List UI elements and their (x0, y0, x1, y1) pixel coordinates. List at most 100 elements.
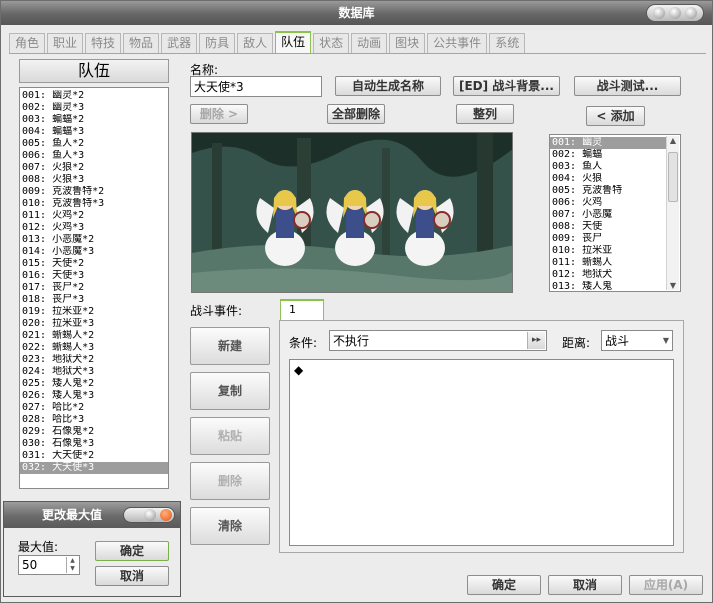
max-value-input[interactable]: 50 ▲ ▼ (18, 555, 80, 575)
new-page-button[interactable]: 新建 (190, 327, 270, 365)
auto-name-button[interactable]: 自动生成名称 (335, 76, 441, 96)
enemy-row[interactable]: 008: 天使 (550, 221, 666, 233)
enemy-row[interactable]: 006: 火鸡 (550, 197, 666, 209)
tab-4[interactable]: 武器 (161, 33, 198, 53)
troop-row[interactable]: 007: 火狼*2 (20, 162, 168, 174)
troop-row[interactable]: 019: 拉米亚*2 (20, 306, 168, 318)
troop-row[interactable]: 021: 蜥蜴人*2 (20, 330, 168, 342)
tab-3[interactable]: 物品 (123, 33, 160, 53)
tab-9[interactable]: 动画 (351, 33, 388, 53)
enemy-row[interactable]: 010: 拉米亚 (550, 245, 666, 257)
enemy-row[interactable]: 002: 蝙蝠 (550, 149, 666, 161)
ok-button[interactable]: 确定 (467, 575, 541, 595)
ellipsis-icon[interactable]: ▸▸ (527, 332, 545, 349)
enemy-row[interactable]: 005: 克波鲁特 (550, 185, 666, 197)
troop-row[interactable]: 031: 大天使*2 (20, 450, 168, 462)
clear-page-button[interactable]: 清除 (190, 507, 270, 545)
troop-row[interactable]: 028: 哈比*3 (20, 414, 168, 426)
troop-row[interactable]: 005: 鱼人*2 (20, 138, 168, 150)
troop-row[interactable]: 020: 拉米亚*3 (20, 318, 168, 330)
scroll-down-icon[interactable]: ▼ (667, 281, 679, 290)
window-control-icon[interactable] (123, 507, 175, 523)
troop-row[interactable]: 026: 矮人鬼*3 (20, 390, 168, 402)
troop-row[interactable]: 004: 蝙蝠*3 (20, 126, 168, 138)
name-input[interactable]: 大天使*3 (190, 76, 322, 97)
troop-row[interactable]: 030: 石像鬼*3 (20, 438, 168, 450)
enemy-row[interactable]: 011: 蜥蜴人 (550, 257, 666, 269)
troop-row[interactable]: 012: 火鸡*3 (20, 222, 168, 234)
tab-5[interactable]: 防具 (199, 33, 236, 53)
window-title: 数据库 (1, 1, 712, 25)
spin-arrows-icon[interactable]: ▲ ▼ (66, 557, 78, 573)
paste-page-button[interactable]: 粘贴 (190, 417, 270, 455)
dialog-cancel-button[interactable]: 取消 (95, 566, 169, 586)
window-control-icon[interactable] (646, 4, 704, 22)
tab-1[interactable]: 职业 (47, 33, 84, 53)
remove-button[interactable]: 删除 > (190, 104, 248, 124)
enemy-list[interactable]: 001: 幽灵 002: 蝙蝠 003: 鱼人 004: 火狼 005: 克波鲁特 006… (549, 134, 681, 292)
enemy-row[interactable]: 013: 矮人鬼 (550, 281, 666, 293)
tab-0[interactable]: 角色 (9, 33, 46, 53)
tab-12[interactable]: 系统 (489, 33, 526, 53)
scroll-thumb[interactable] (668, 152, 678, 202)
angel-sprite-1 (256, 190, 314, 266)
enemy-row[interactable]: 004: 火狼 (550, 173, 666, 185)
delete-page-button[interactable]: 删除 (190, 462, 270, 500)
enemy-row[interactable]: 003: 鱼人 (550, 161, 666, 173)
enemy-row[interactable]: 009: 丧尸 (550, 233, 666, 245)
condition-input[interactable]: 不执行 (329, 330, 547, 351)
troop-row[interactable]: 025: 矮人鬼*2 (20, 378, 168, 390)
remove-all-button[interactable]: 全部删除 (327, 104, 385, 124)
battle-event-label: 战斗事件: (190, 304, 243, 318)
enemy-row[interactable]: 012: 地狱犬 (550, 269, 666, 281)
cancel-button[interactable]: 取消 (548, 575, 622, 595)
command-row[interactable]: ◆ (290, 360, 673, 380)
troop-row[interactable]: 024: 地狱犬*3 (20, 366, 168, 378)
span-select[interactable]: 战斗 ▼ (601, 330, 673, 351)
troop-row[interactable]: 010: 克波鲁特*3 (20, 198, 168, 210)
troop-row[interactable]: 001: 幽灵*2 (20, 90, 168, 102)
tab-6[interactable]: 敌人 (237, 33, 274, 53)
troop-row[interactable]: 014: 小恶魔*3 (20, 246, 168, 258)
tab-11[interactable]: 公共事件 (427, 33, 488, 53)
troop-row[interactable]: 015: 天使*2 (20, 258, 168, 270)
apply-button[interactable]: 应用(A) (629, 575, 703, 595)
arrange-button[interactable]: 整列 (456, 104, 514, 124)
troop-row[interactable]: 013: 小恶魔*2 (20, 234, 168, 246)
enemy-list-scrollbar[interactable]: ▲ ▼ (666, 136, 679, 290)
battle-background-button[interactable]: [ED] 战斗背景... (453, 76, 560, 96)
tab-7[interactable]: 队伍 (275, 31, 312, 53)
troop-list[interactable]: 001: 幽灵*2 002: 幽灵*3 003: 蝙蝠*2 004: 蝙蝠*3 005:… (19, 87, 169, 489)
troop-row[interactable]: 017: 丧尸*2 (20, 282, 168, 294)
troop-row[interactable]: 032: 大天使*3 (20, 462, 168, 474)
dropdown-arrow-icon[interactable]: ▼ (663, 331, 669, 351)
troop-row[interactable]: 027: 哈比*2 (20, 402, 168, 414)
event-command-list[interactable]: ◆ (289, 359, 674, 546)
tab-10[interactable]: 图块 (389, 33, 426, 53)
troop-row[interactable]: 022: 蜥蜴人*3 (20, 342, 168, 354)
dialog-ok-button[interactable]: 确定 (95, 541, 169, 561)
tab-8[interactable]: 状态 (313, 33, 350, 53)
troop-row[interactable]: 003: 蝙蝠*2 (20, 114, 168, 126)
troop-row[interactable]: 009: 克波鲁特*2 (20, 186, 168, 198)
troop-row[interactable]: 008: 火狼*3 (20, 174, 168, 186)
scroll-up-icon[interactable]: ▲ (667, 136, 679, 145)
troop-preview[interactable] (191, 132, 513, 293)
troop-row[interactable]: 011: 火鸡*2 (20, 210, 168, 222)
add-button[interactable]: < 添加 (586, 106, 645, 126)
battle-test-button[interactable]: 战斗测试... (574, 76, 681, 96)
max-value-text: 50 (22, 558, 38, 572)
troop-row[interactable]: 016: 天使*3 (20, 270, 168, 282)
max-value-label: 最大值: (18, 540, 59, 554)
troop-row[interactable]: 006: 鱼人*3 (20, 150, 168, 162)
troop-row[interactable]: 002: 幽灵*3 (20, 102, 168, 114)
enemy-row[interactable]: 007: 小恶魔 (550, 209, 666, 221)
troop-row[interactable]: 023: 地狱犬*2 (20, 354, 168, 366)
angel-sprite-2 (326, 190, 384, 266)
tab-2[interactable]: 特技 (85, 33, 122, 53)
copy-page-button[interactable]: 复制 (190, 372, 270, 410)
event-page-tab[interactable]: 1 (280, 299, 324, 321)
troop-row[interactable]: 018: 丧尸*3 (20, 294, 168, 306)
troop-row[interactable]: 029: 石像鬼*2 (20, 426, 168, 438)
enemy-row[interactable]: 001: 幽灵 (550, 137, 666, 149)
